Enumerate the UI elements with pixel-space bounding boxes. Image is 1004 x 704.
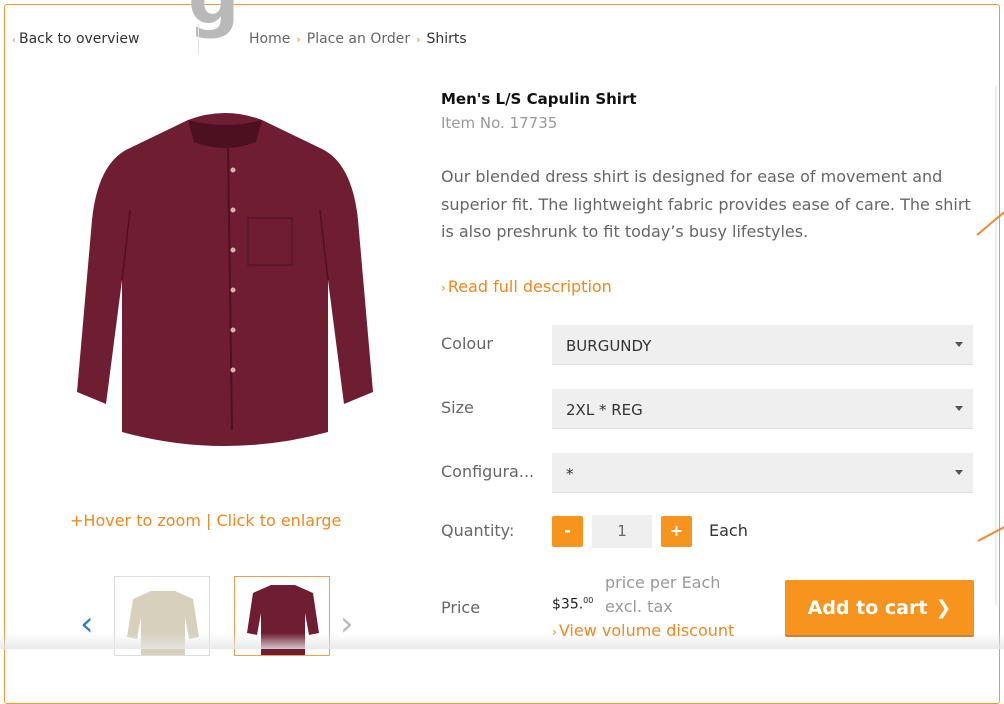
nav-divider <box>198 24 199 54</box>
breadcrumb-current: Shirts <box>426 31 467 47</box>
bottom-fade <box>0 633 1004 649</box>
right-edge-rule <box>995 85 997 605</box>
chevron-right-icon: › <box>416 33 421 46</box>
back-to-overview-link[interactable]: ‹ Back to overview <box>12 31 139 47</box>
price-label: Price <box>441 598 481 617</box>
breadcrumb-place-order[interactable]: Place an Order <box>307 31 410 47</box>
read-full-description-link[interactable]: › Read full description <box>441 277 612 296</box>
colour-value: BURGUNDY <box>566 337 652 355</box>
quantity-unit: Each <box>709 521 748 540</box>
quantity-label: Quantity: <box>441 521 515 540</box>
quantity-decrement-button[interactable]: - <box>552 516 583 547</box>
colour-label: Colour <box>441 334 493 353</box>
size-value: 2XL * REG <box>566 401 643 419</box>
add-to-cart-label: Add to cart <box>807 597 928 619</box>
chevron-right-icon: › <box>296 33 301 46</box>
quantity-input[interactable]: 1 <box>592 515 652 548</box>
product-description: Our blended dress shirt is designed for … <box>441 167 971 241</box>
size-select[interactable]: 2XL * REG <box>552 389 973 429</box>
quantity-increment-button[interactable]: + <box>661 516 692 547</box>
configuration-select[interactable]: * <box>552 453 973 493</box>
price-dollars: $35. <box>552 596 584 613</box>
colour-select[interactable]: BURGUNDY <box>552 325 973 365</box>
ghost-heading-fragment: g <box>188 0 240 40</box>
caret-down-icon <box>955 342 963 347</box>
chevron-right-icon: › <box>441 281 446 295</box>
price-tax-note: excl. tax <box>605 597 673 616</box>
product-image[interactable] <box>70 100 380 460</box>
chevron-left-icon: ‹ <box>12 35 16 46</box>
configuration-value: * <box>566 465 574 483</box>
item-number: Item No. 17735 <box>441 114 558 132</box>
product-title: Men's L/S Capulin Shirt <box>441 90 637 108</box>
caret-down-icon <box>955 470 963 475</box>
configuration-label: Configura... <box>441 462 535 481</box>
read-more-label: Read full description <box>447 277 612 296</box>
breadcrumb: Home › Place an Order › Shirts <box>249 31 467 47</box>
breadcrumb-home[interactable]: Home <box>249 31 290 47</box>
price-amount: $35.00 <box>552 596 593 613</box>
back-label: Back to overview <box>19 31 140 47</box>
size-label: Size <box>441 398 474 417</box>
chevron-right-icon: ❯ <box>935 597 952 619</box>
caret-down-icon <box>955 406 963 411</box>
price-per-unit: price per Each <box>605 573 721 592</box>
price-cents: 00 <box>583 596 594 605</box>
add-to-cart-button[interactable]: Add to cart ❯ <box>785 580 974 635</box>
zoom-hint[interactable]: +Hover to zoom | Click to enlarge <box>70 511 341 530</box>
shirt-illustration <box>77 113 373 446</box>
